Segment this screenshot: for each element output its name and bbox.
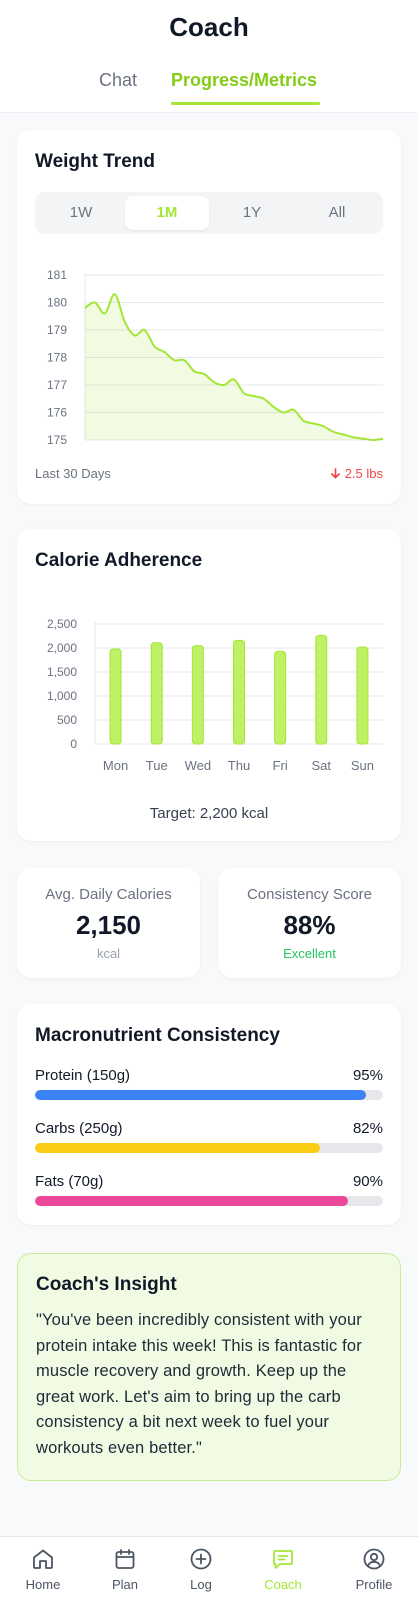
nav-label: Profile — [355, 1577, 393, 1592]
y-tick-label: 2,500 — [47, 617, 77, 631]
y-tick-label: 178 — [47, 351, 67, 365]
period-label: Last 30 Days — [35, 466, 111, 481]
x-tick-label: Mon — [103, 758, 128, 773]
y-tick-label: 1,500 — [47, 665, 77, 679]
nav-item-home[interactable]: Home — [1, 1537, 85, 1600]
macro-percent: 90% — [352, 1173, 383, 1190]
calendar-icon — [115, 1549, 135, 1569]
nav-label: Plan — [111, 1577, 139, 1592]
macro-progress-fill — [35, 1090, 366, 1100]
consistency-score-card: Consistency Score 88% Excellent — [218, 868, 401, 978]
macro-percent: 82% — [352, 1120, 383, 1137]
weight-trend-title: Weight Trend — [35, 151, 155, 172]
calorie-target-label: Target: 2,200 kcal — [149, 805, 269, 822]
macro-name: Carbs (250g) — [35, 1120, 123, 1137]
y-tick-label: 1,000 — [47, 689, 77, 703]
macro-progress-track — [35, 1143, 383, 1153]
range-all-button[interactable]: All — [295, 196, 379, 230]
weight-change-badge: 2.5 lbs — [330, 466, 383, 481]
insight-title: Coach's Insight — [36, 1274, 177, 1295]
range-1m-button[interactable]: 1M — [125, 196, 209, 230]
y-tick-label: 180 — [47, 296, 67, 310]
y-tick-label: 176 — [47, 406, 67, 420]
bar-thu — [233, 639, 245, 745]
y-tick-label: 500 — [57, 713, 77, 727]
x-tick-label: Wed — [185, 758, 212, 773]
weight-trend-card: Weight Trend 1W 1M 1Y All 181 180 179 178 17… — [17, 130, 401, 504]
macro-progress-fill — [35, 1196, 349, 1206]
bar-mon — [109, 648, 122, 745]
macro-name: Protein (150g) — [35, 1067, 131, 1084]
weight-area-fill — [85, 294, 383, 440]
macronutrient-card: Macronutrient Consistency Protein (150g)… — [17, 1004, 401, 1225]
y-tick-label: 181 — [47, 268, 67, 282]
range-selector: 1W 1M 1Y All — [35, 192, 383, 234]
calorie-adherence-chart: 2,500 2,000 1,500 1,000 500 0 Mon Tue Wed Thu Fri S… — [47, 617, 383, 773]
calorie-adherence-card: Calorie Adherence 2,500 2,000 1,500 1,000 50… — [17, 529, 401, 841]
avg-daily-calories-card: Avg. Daily Calories 2,150 kcal — [17, 868, 200, 978]
range-1y-button[interactable]: 1Y — [210, 196, 294, 230]
y-tick-label: 179 — [47, 323, 67, 337]
arrow-down-icon — [330, 466, 345, 481]
nav-label: Home — [25, 1577, 61, 1592]
x-tick-label: Sat — [312, 758, 332, 773]
x-tick-label: Sun — [351, 758, 374, 773]
x-tick-label: Tue — [146, 758, 168, 773]
coach-insight-card: Coach's Insight "You've been incredibly … — [17, 1253, 401, 1481]
home-icon — [33, 1549, 53, 1569]
stat-value: 88% — [283, 910, 336, 940]
macro-row-protein: Protein (150g) 95% — [35, 1067, 383, 1107]
tab-progress-metrics[interactable]: Progress/Metrics — [171, 70, 317, 91]
macro-progress-fill — [35, 1143, 321, 1153]
macronutrient-title: Macronutrient Consistency — [35, 1025, 280, 1046]
macro-name: Fats (70g) — [35, 1173, 104, 1190]
nav-item-plan[interactable]: Plan — [83, 1537, 167, 1600]
x-tick-label: Fri — [273, 758, 288, 773]
page-title: Coach — [169, 12, 249, 42]
chat-icon — [273, 1550, 293, 1569]
stat-label: Consistency Score — [246, 886, 373, 903]
stat-rating: Excellent — [283, 946, 336, 961]
y-tick-label: 175 — [47, 433, 67, 447]
macro-progress-track — [35, 1196, 383, 1206]
bar-wed — [191, 645, 204, 745]
range-1w-button[interactable]: 1W — [39, 196, 123, 230]
x-tick-label: Thu — [228, 758, 250, 773]
nav-label: Log — [190, 1577, 212, 1592]
weight-change-value: 2.5 lbs — [344, 466, 383, 481]
calorie-adherence-title: Calorie Adherence — [35, 550, 203, 571]
weight-trend-chart: 181 180 179 178 177 176 175 — [47, 268, 384, 447]
macro-progress-track — [35, 1090, 383, 1100]
stat-value: 2,150 — [75, 910, 142, 940]
tab-chat[interactable]: Chat — [99, 70, 137, 91]
bottom-navigation: Home Plan Log Coach Profile — [0, 1536, 418, 1600]
bar-tue — [150, 642, 163, 745]
y-tick-label: 177 — [47, 378, 67, 392]
bar-sun — [356, 646, 369, 745]
y-tick-label: 2,000 — [47, 641, 77, 655]
user-circle-icon — [363, 1548, 385, 1570]
macro-row-carbs: Carbs (250g) 82% — [35, 1120, 383, 1160]
bar-sat — [315, 635, 328, 745]
bar-fri — [274, 650, 287, 745]
stat-label: Avg. Daily Calories — [45, 886, 172, 903]
plus-circle-icon — [190, 1548, 212, 1570]
active-tab-indicator — [171, 102, 320, 105]
y-tick-label: 0 — [70, 737, 77, 751]
macro-percent: 95% — [352, 1067, 383, 1084]
app-header: Coach Chat Progress/Metrics — [0, 0, 418, 113]
nav-label: Coach — [264, 1577, 302, 1592]
macro-row-fats: Fats (70g) 90% — [35, 1173, 383, 1213]
insight-text: "You've been incredibly consistent with … — [36, 1311, 362, 1457]
nav-item-coach[interactable]: Coach — [241, 1537, 325, 1600]
nav-item-log[interactable]: Log — [159, 1537, 243, 1600]
nav-item-profile[interactable]: Profile — [332, 1537, 416, 1600]
stat-unit: kcal — [96, 946, 121, 961]
